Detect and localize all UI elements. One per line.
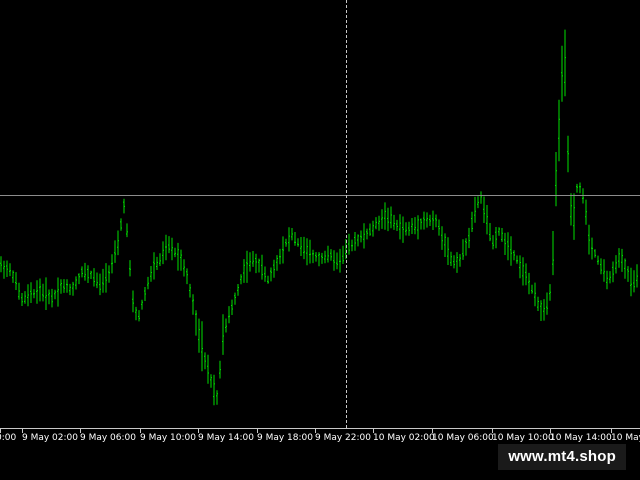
watermark-logo: www.mt4.shop bbox=[498, 444, 626, 470]
crosshair-horizontal bbox=[0, 195, 640, 196]
time-axis-label: 9 May 10:00 bbox=[140, 433, 196, 443]
time-axis-label: 10 May 14:00 bbox=[550, 433, 612, 443]
time-axis-label: 9 May 02:00 bbox=[22, 433, 78, 443]
time-axis-label: 0:00 bbox=[0, 433, 17, 443]
time-axis-label: 9 May 18:00 bbox=[257, 433, 313, 443]
time-axis-label: 10 May 10:00 bbox=[492, 433, 554, 443]
time-axis-label: 10 May 06:00 bbox=[432, 433, 494, 443]
time-axis-label: 9 May 22:00 bbox=[315, 433, 371, 443]
time-axis-label: 9 May 06:00 bbox=[80, 433, 136, 443]
time-axis-label: 10 May bbox=[611, 433, 640, 443]
price-chart[interactable] bbox=[0, 0, 640, 428]
time-axis-label: 10 May 02:00 bbox=[373, 433, 435, 443]
time-axis-label: 9 May 14:00 bbox=[198, 433, 254, 443]
crosshair-vertical bbox=[346, 0, 347, 428]
price-bars bbox=[0, 29, 638, 406]
